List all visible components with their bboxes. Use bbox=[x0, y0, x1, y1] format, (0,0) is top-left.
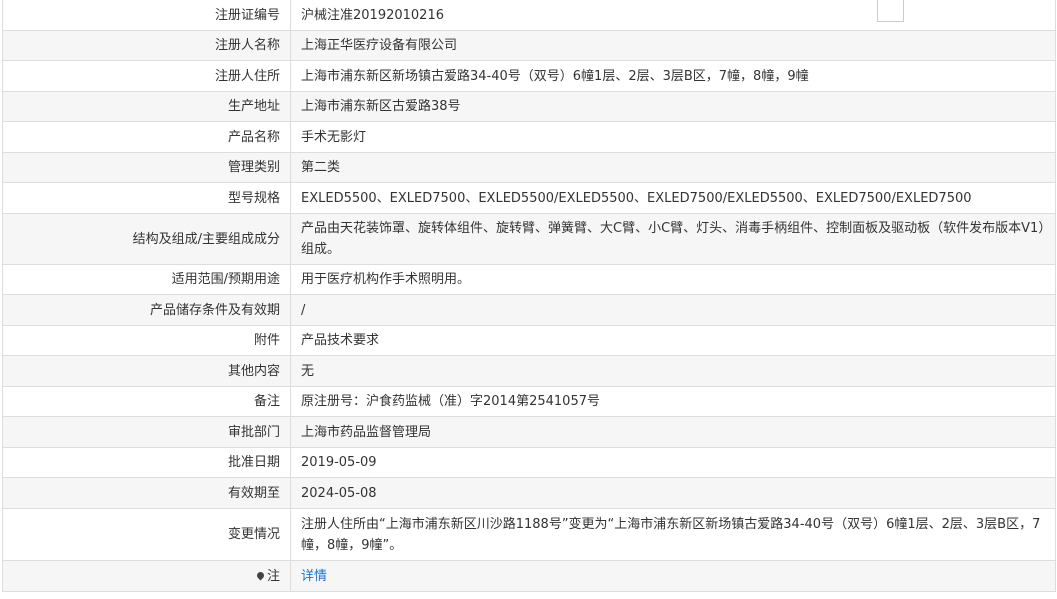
field-label: 审批部门 bbox=[2, 416, 291, 448]
field-value: 注册人住所由“上海市浦东新区川沙路1188号”变更为“上海市浦东新区新场镇古爱路… bbox=[290, 508, 1056, 561]
field-label: 注册证编号 bbox=[2, 0, 291, 31]
field-value: 上海市药品监督管理局 bbox=[290, 416, 1056, 448]
field-value: 手术无影灯 bbox=[290, 121, 1056, 153]
field-value: 产品技术要求 bbox=[290, 325, 1056, 356]
table-row: 生产地址 上海市浦东新区古爱路38号 bbox=[2, 91, 1056, 122]
field-value: 产品由天花装饰罩、旋转体组件、旋转臂、弹簧臂、大C臂、小C臂、灯头、消毒手柄组件… bbox=[290, 213, 1056, 265]
field-value: 第二类 bbox=[290, 152, 1056, 183]
table-row: 批准日期 2019-05-09 bbox=[2, 447, 1056, 478]
field-label: 备注 bbox=[2, 386, 291, 417]
table-row: 附件 产品技术要求 bbox=[2, 325, 1056, 356]
field-value: 上海市浦东新区新场镇古爱路34-40号（双号）6幢1层、2层、3层B区，7幢，8… bbox=[290, 60, 1056, 92]
registration-detail-table: 注册证编号 沪械注准20192010216 注册人名称 上海正华医疗设备有限公司… bbox=[2, 0, 1056, 592]
field-label: 结构及组成/主要组成成分 bbox=[2, 213, 291, 265]
corner-checkbox[interactable] bbox=[877, 0, 904, 22]
field-label: 批准日期 bbox=[2, 447, 291, 478]
field-label: 生产地址 bbox=[2, 91, 291, 122]
table-row: 产品储存条件及有效期 / bbox=[2, 294, 1056, 326]
table-row: 审批部门 上海市药品监督管理局 bbox=[2, 416, 1056, 448]
note-label-text: 注 bbox=[266, 568, 280, 584]
field-label: 注册人住所 bbox=[2, 60, 291, 92]
field-value: 原注册号：沪食药监械（准）字2014第2541057号 bbox=[290, 386, 1056, 417]
table-row: 变更情况 注册人住所由“上海市浦东新区川沙路1188号”变更为“上海市浦东新区新… bbox=[2, 508, 1056, 561]
field-label: 产品名称 bbox=[2, 121, 291, 153]
field-value: 沪械注准20192010216 bbox=[290, 0, 1056, 31]
field-value: 上海正华医疗设备有限公司 bbox=[290, 30, 1056, 61]
table-row: 产品名称 手术无影灯 bbox=[2, 121, 1056, 153]
field-value: / bbox=[290, 294, 1056, 326]
note-value: 详情 bbox=[290, 560, 1056, 592]
field-label: 其他内容 bbox=[2, 355, 291, 387]
pin-icon bbox=[255, 570, 266, 580]
field-label: 变更情况 bbox=[2, 508, 291, 561]
field-value: 2024-05-08 bbox=[290, 477, 1056, 509]
field-label: 附件 bbox=[2, 325, 291, 356]
table-row: 注册人名称 上海正华医疗设备有限公司 bbox=[2, 30, 1056, 61]
field-value: 上海市浦东新区古爱路38号 bbox=[290, 91, 1056, 122]
table-row: 备注 原注册号：沪食药监械（准）字2014第2541057号 bbox=[2, 386, 1056, 417]
table-row: 注册人住所 上海市浦东新区新场镇古爱路34-40号（双号）6幢1层、2层、3层B… bbox=[2, 60, 1056, 92]
table-row: 适用范围/预期用途 用于医疗机构作手术照明用。 bbox=[2, 264, 1056, 295]
table-row: 其他内容 无 bbox=[2, 355, 1056, 387]
table-row: 有效期至 2024-05-08 bbox=[2, 477, 1056, 509]
table-row: 结构及组成/主要组成成分 产品由天花装饰罩、旋转体组件、旋转臂、弹簧臂、大C臂、… bbox=[2, 213, 1056, 265]
field-label: 管理类别 bbox=[2, 152, 291, 183]
field-value: 无 bbox=[290, 355, 1056, 387]
table-row: 注 详情 bbox=[2, 560, 1056, 592]
field-label: 型号规格 bbox=[2, 182, 291, 214]
field-value: 2019-05-09 bbox=[290, 447, 1056, 478]
field-label: 注册人名称 bbox=[2, 30, 291, 61]
field-label: 产品储存条件及有效期 bbox=[2, 294, 291, 326]
field-value: EXLED5500、EXLED7500、EXLED5500/EXLED5500、… bbox=[290, 182, 1056, 214]
field-label: 适用范围/预期用途 bbox=[2, 264, 291, 295]
field-value: 用于医疗机构作手术照明用。 bbox=[290, 264, 1056, 295]
note-label: 注 bbox=[2, 560, 291, 592]
field-label: 有效期至 bbox=[2, 477, 291, 509]
details-link[interactable]: 详情 bbox=[301, 569, 327, 584]
table-row: 型号规格 EXLED5500、EXLED7500、EXLED5500/EXLED… bbox=[2, 182, 1056, 214]
table-row: 管理类别 第二类 bbox=[2, 152, 1056, 183]
